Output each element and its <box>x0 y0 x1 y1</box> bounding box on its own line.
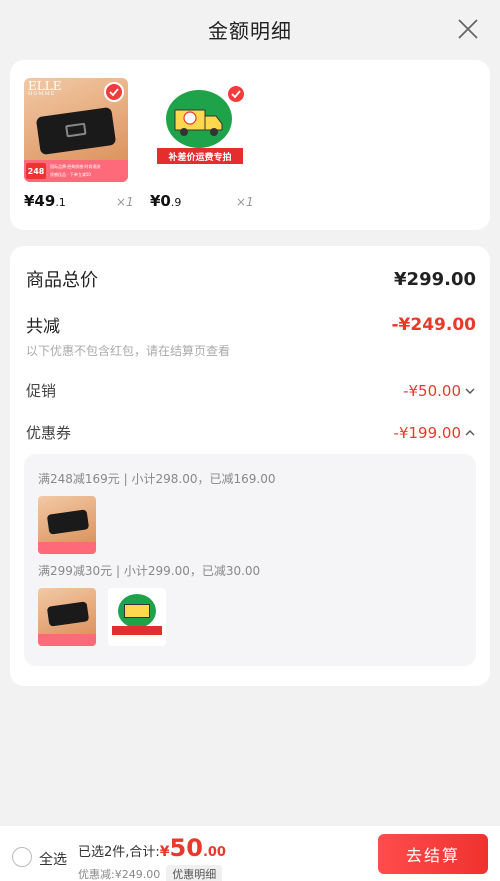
discount-detail-button[interactable]: 优惠明细 <box>166 865 223 881</box>
coupon-product-thumb-shipping <box>108 588 166 646</box>
product-item[interactable]: ELLE HOMME 248 国际品牌·经典质感·时尚潮流 质感佳品 · 下单立… <box>24 78 134 210</box>
checkout-bar: 全选 已选2件,合计: ¥ 50 .00 优惠减:¥249.00 优惠明细 去结… <box>0 826 500 881</box>
product-item[interactable]: 补差价运费专拍 ¥0.9 ×1 <box>150 78 254 210</box>
price-badge: 248 <box>26 163 46 179</box>
product-qty: ×1 <box>236 195 254 209</box>
discount-row: 共减 -¥249.00 <box>26 312 477 338</box>
total-label: 商品总价 <box>26 270 98 291</box>
select-all-label[interactable]: 全选 <box>39 849 67 869</box>
brand-logo: ELLE HOMME <box>28 80 61 97</box>
product-qty: ×1 <box>116 195 134 209</box>
select-all-radio[interactable] <box>12 847 32 867</box>
checkmark-icon[interactable] <box>104 82 124 102</box>
promo-row[interactable]: 促销 -¥50.00 <box>26 380 476 401</box>
shipping-tag: 补差价运费专拍 <box>157 148 243 164</box>
price-int: ¥0 <box>150 192 171 210</box>
belt-box <box>35 106 117 156</box>
discount-summary-text: 优惠减:¥249.00 <box>78 868 161 881</box>
coupon-value: -¥199.00 <box>393 423 461 442</box>
price-int: ¥49 <box>24 192 56 210</box>
checkout-button[interactable]: 去结算 <box>378 834 488 874</box>
coupon-detail-line: 满248减169元 | 小计298.00，已减169.00 <box>38 472 276 486</box>
close-icon[interactable] <box>456 17 480 41</box>
promo-tag-line1: 国际品牌·经典质感·时尚潮流 <box>50 164 101 169</box>
coupon-label: 优惠券 <box>26 424 72 442</box>
product-card: ELLE HOMME 248 国际品牌·经典质感·时尚潮流 质感佳品 · 下单立… <box>10 60 490 230</box>
price-dec: .1 <box>55 196 66 209</box>
coupon-row[interactable]: 优惠券 -¥199.00 <box>26 422 476 443</box>
chevron-down-icon[interactable] <box>464 385 476 397</box>
total-amount-dec: .00 <box>202 845 226 860</box>
selected-count-text: 已选2件,合计: <box>78 845 160 860</box>
promo-value: -¥50.00 <box>403 381 461 400</box>
product-price: ¥49.1 <box>24 192 66 210</box>
coupon-detail-line: 满299减30元 | 小计299.00，已减30.00 <box>38 564 261 578</box>
product-price: ¥0.9 <box>150 192 181 210</box>
discount-value: -¥249.00 <box>391 314 477 335</box>
discount-label: 共减 <box>26 317 60 337</box>
price-dec: .9 <box>170 196 182 209</box>
currency-symbol: ¥ <box>159 844 170 860</box>
summary-card: 商品总价 ¥299.00 共减 -¥249.00 以下优惠不包含红包，请在结算页… <box>10 246 490 686</box>
discount-note: 以下优惠不包含红包，请在结算页查看 <box>26 344 231 358</box>
total-value: ¥299.00 <box>394 268 476 290</box>
coupon-detail-box: 满248减169元 | 小计298.00，已减169.00 满299减30元 |… <box>24 454 476 666</box>
promo-label: 促销 <box>26 382 57 400</box>
promo-tag-line2: 质感佳品 · 下单立减50 <box>50 172 91 177</box>
checkmark-icon[interactable] <box>226 84 246 104</box>
chevron-up-icon[interactable] <box>464 427 476 439</box>
total-summary: 已选2件,合计: ¥ 50 .00 <box>78 834 226 862</box>
total-amount-int: 50 <box>169 834 203 862</box>
discount-summary: 优惠减:¥249.00 优惠明细 <box>78 865 223 881</box>
truck-icon <box>174 109 223 136</box>
page-title: 金额明细 <box>208 18 292 43</box>
total-row: 商品总价 ¥299.00 <box>26 266 476 292</box>
coupon-product-thumb-belt <box>38 588 96 646</box>
modal-header: 金额明细 <box>0 0 500 58</box>
coupon-product-thumb-belt <box>38 496 96 554</box>
